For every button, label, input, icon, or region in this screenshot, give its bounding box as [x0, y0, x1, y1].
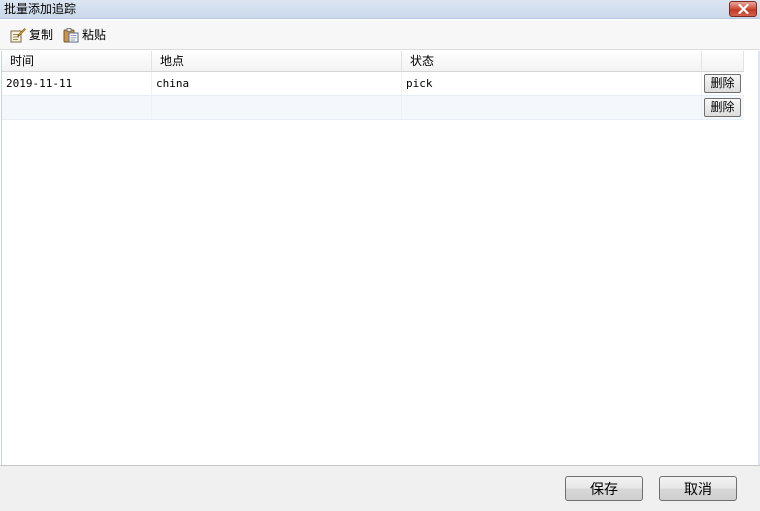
- paste-icon: [63, 28, 79, 43]
- cell-place[interactable]: [152, 96, 402, 119]
- batch-add-tracking-dialog: 批量添加追踪 复制 粘贴 时间 地点 状态 2019-11-11 china p…: [0, 0, 760, 511]
- tracking-grid: 时间 地点 状态 2019-11-11 china pick 删除 删除: [1, 51, 759, 465]
- table-row: 删除: [2, 96, 744, 120]
- cell-place[interactable]: china: [152, 72, 402, 95]
- delete-row-button[interactable]: 删除: [704, 74, 741, 93]
- grid-header: 时间 地点 状态: [2, 51, 744, 72]
- cell-status[interactable]: [402, 96, 702, 119]
- cancel-button[interactable]: 取消: [659, 476, 737, 501]
- window-title: 批量添加追踪: [4, 2, 77, 16]
- close-icon: [738, 4, 749, 14]
- toolbar: 复制 粘贴: [0, 20, 760, 50]
- column-header-actions: [702, 51, 744, 71]
- table-row: 2019-11-11 china pick 删除: [2, 72, 744, 96]
- copy-button-label: 复制: [29, 28, 54, 42]
- close-button[interactable]: [729, 1, 757, 17]
- column-header-status[interactable]: 状态: [402, 51, 702, 71]
- column-header-place[interactable]: 地点: [152, 51, 402, 71]
- paste-button-label: 粘贴: [82, 28, 107, 42]
- copy-icon: [10, 28, 26, 43]
- column-header-time[interactable]: 时间: [2, 51, 152, 71]
- cell-status[interactable]: pick: [402, 72, 702, 95]
- dialog-footer: 保存 取消: [0, 465, 760, 511]
- title-bar: 批量添加追踪: [0, 0, 760, 19]
- cell-time[interactable]: [2, 96, 152, 119]
- save-button[interactable]: 保存: [565, 476, 643, 501]
- delete-row-button[interactable]: 删除: [704, 98, 741, 117]
- cell-time[interactable]: 2019-11-11: [2, 72, 152, 95]
- copy-button[interactable]: 复制: [10, 26, 53, 44]
- paste-button[interactable]: 粘贴: [63, 26, 106, 44]
